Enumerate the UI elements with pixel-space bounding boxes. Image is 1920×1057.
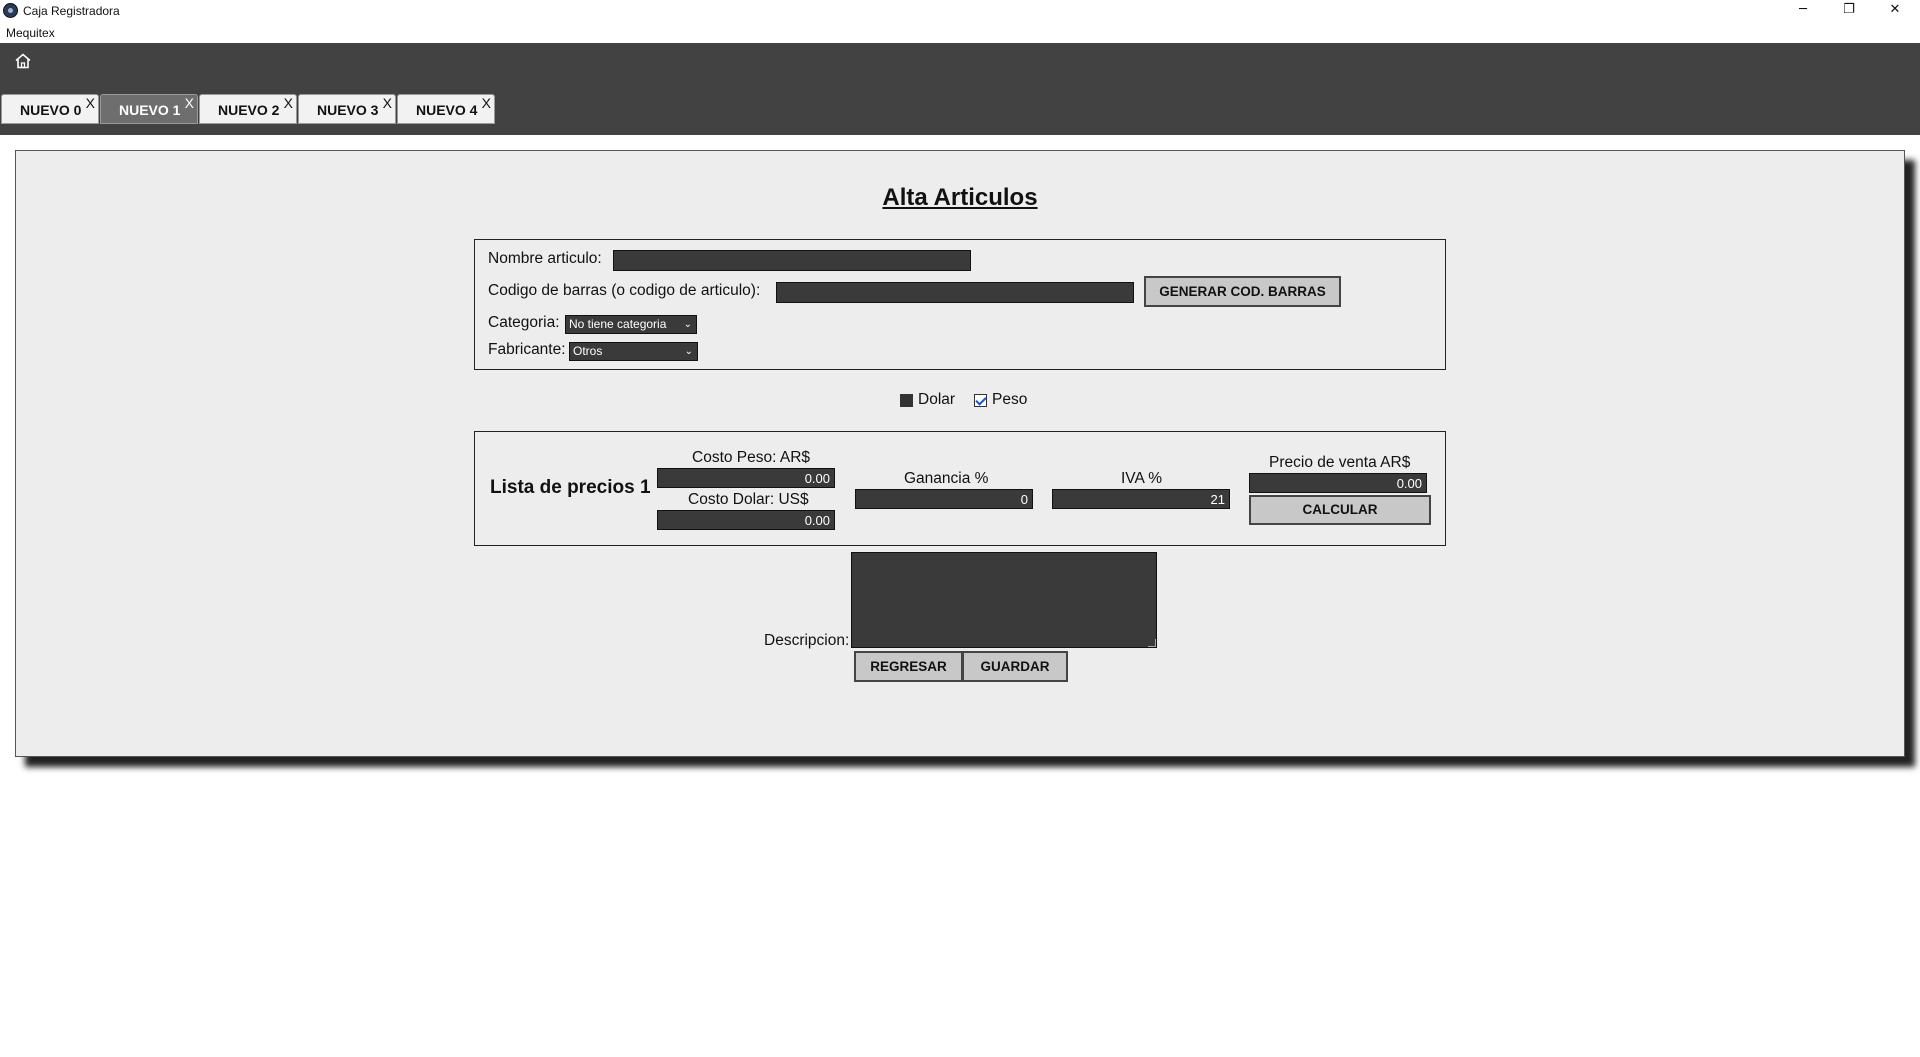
- fabricante-selected-value: Otros: [573, 344, 603, 358]
- price-list-title: Lista de precios 1: [490, 477, 651, 498]
- iva-input[interactable]: 21: [1052, 489, 1230, 509]
- chevron-down-icon: ⌄: [683, 319, 692, 330]
- window-title: Caja Registradora: [23, 4, 120, 18]
- codigo-input[interactable]: [776, 282, 1134, 303]
- costo-peso-input[interactable]: 0.00: [657, 468, 835, 488]
- window-subtitle: Mequitex: [6, 26, 55, 40]
- minimize-button[interactable]: ─: [1780, 0, 1826, 22]
- costo-dolar-label: Costo Dolar: US$: [688, 491, 809, 508]
- tab-nuevo-2[interactable]: NUEVO 2 X: [199, 94, 297, 124]
- tab-close-icon[interactable]: X: [482, 88, 491, 118]
- dolar-checkbox[interactable]: [900, 394, 913, 407]
- generar-cod-barras-button[interactable]: GENERAR COD. BARRAS: [1144, 276, 1341, 307]
- alta-articulos-panel: Alta Articulos Nombre articulo: Codigo d…: [15, 150, 1905, 757]
- regresar-button[interactable]: REGRESAR: [854, 651, 963, 682]
- calcular-button[interactable]: CALCULAR: [1249, 495, 1431, 525]
- codigo-label: Codigo de barras (o codigo de articulo):: [488, 282, 761, 299]
- descripcion-textarea[interactable]: [851, 552, 1157, 648]
- precio-venta-label: Precio de venta AR$: [1269, 454, 1411, 471]
- categoria-selected-value: No tiene categoria: [569, 317, 667, 331]
- chevron-down-icon: ⌄: [684, 346, 693, 357]
- page-title: Alta Articulos: [882, 184, 1038, 211]
- resize-grip-icon[interactable]: [1148, 639, 1156, 647]
- precio-venta-input[interactable]: 0.00: [1249, 473, 1427, 493]
- tab-close-icon[interactable]: X: [284, 88, 293, 118]
- dolar-label: Dolar: [918, 391, 956, 408]
- costo-dolar-input[interactable]: 0.00: [657, 510, 835, 530]
- guardar-button[interactable]: GUARDAR: [962, 651, 1068, 682]
- tab-close-icon[interactable]: X: [383, 88, 392, 118]
- tab-label: NUEVO 2: [218, 102, 280, 118]
- tab-nuevo-1[interactable]: NUEVO 1 X: [100, 94, 198, 124]
- tab-label: NUEVO 3: [317, 102, 379, 118]
- tab-nuevo-3[interactable]: NUEVO 3 X: [298, 94, 396, 124]
- categoria-select[interactable]: No tiene categoria ⌄: [565, 315, 697, 334]
- tab-close-icon[interactable]: X: [86, 88, 95, 118]
- close-window-button[interactable]: ✕: [1872, 0, 1918, 22]
- app-logo-icon: [3, 3, 18, 18]
- maximize-button[interactable]: ❐: [1826, 0, 1872, 22]
- home-icon[interactable]: [14, 52, 32, 70]
- title-bar: Caja Registradora Mequitex ─ ❐ ✕: [0, 0, 1920, 43]
- app-toolbar: NUEVO 0 X NUEVO 1 X NUEVO 2 X NUEVO 3 X …: [0, 43, 1920, 135]
- ganancia-label: Ganancia %: [904, 470, 989, 487]
- tab-label: NUEVO 0: [20, 102, 82, 118]
- costo-peso-label: Costo Peso: AR$: [692, 449, 811, 466]
- tab-nuevo-0[interactable]: NUEVO 0 X: [1, 94, 99, 124]
- nombre-label: Nombre articulo:: [488, 250, 602, 267]
- tab-label: NUEVO 1: [119, 102, 181, 118]
- ganancia-input[interactable]: 0: [855, 489, 1033, 509]
- peso-checkbox[interactable]: [974, 394, 987, 407]
- fabricante-select[interactable]: Otros ⌄: [569, 342, 698, 361]
- tab-label: NUEVO 4: [416, 102, 478, 118]
- descripcion-label: Descripcion:: [764, 632, 850, 649]
- price-list-box: Lista de precios 1 Costo Peso: AR$ 0.00 …: [474, 431, 1446, 546]
- article-info-box: Nombre articulo: Codigo de barras (o cod…: [474, 239, 1446, 370]
- iva-label: IVA %: [1121, 470, 1163, 487]
- tab-nuevo-4[interactable]: NUEVO 4 X: [397, 94, 495, 124]
- peso-label: Peso: [992, 391, 1028, 408]
- categoria-label: Categoria:: [488, 314, 560, 331]
- tab-close-icon[interactable]: X: [185, 88, 194, 118]
- tab-bar: NUEVO 0 X NUEVO 1 X NUEVO 2 X NUEVO 3 X …: [1, 94, 496, 124]
- nombre-input[interactable]: [613, 250, 971, 271]
- fabricante-label: Fabricante:: [488, 341, 566, 358]
